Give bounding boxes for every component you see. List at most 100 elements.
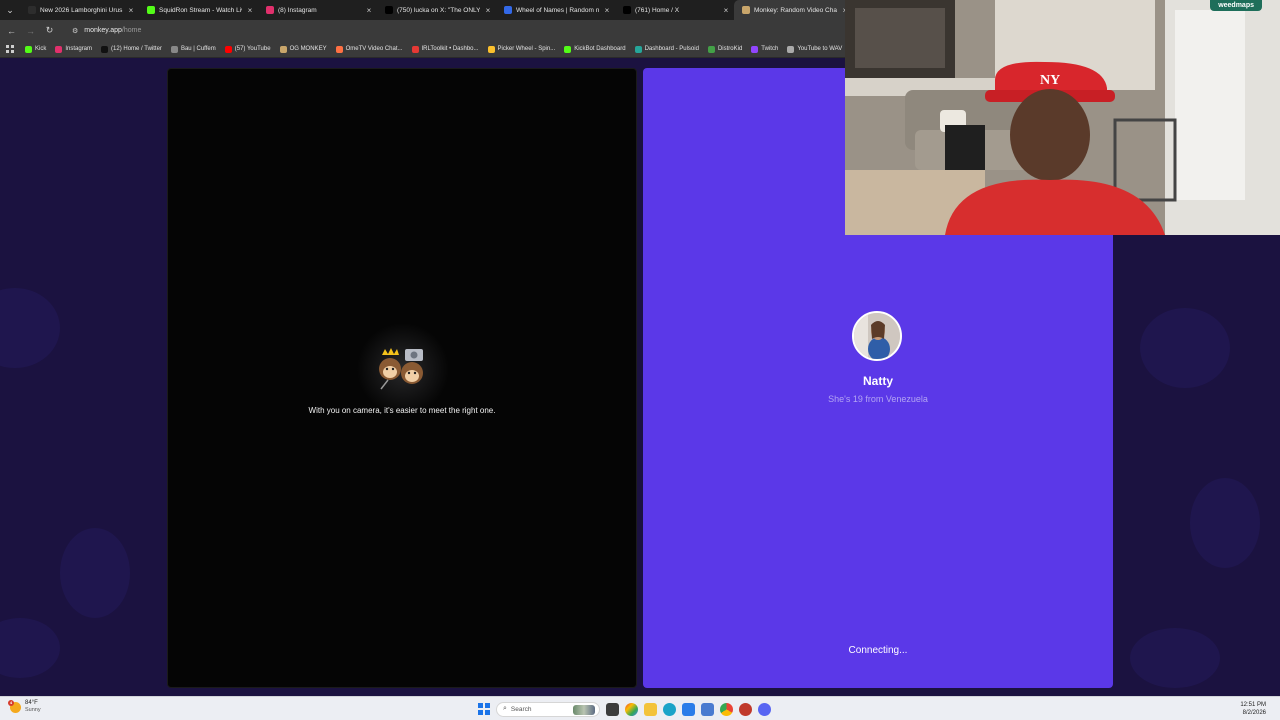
browser-tab[interactable]: SquidRon Stream - Watch Live × bbox=[139, 0, 258, 20]
edge-browser-icon[interactable] bbox=[663, 702, 676, 716]
tab-title: New 2026 Lamborghini Urus SE bbox=[40, 6, 123, 14]
address-bar[interactable]: ⚙ monkey.app/home bbox=[66, 23, 836, 38]
background-shape bbox=[0, 618, 60, 678]
browser-tab[interactable]: Monkey: Random Video Chat |× bbox=[734, 0, 853, 20]
bookmark-favicon-icon bbox=[101, 45, 109, 53]
bookmark-item[interactable]: Bau | Cuffem bbox=[170, 45, 216, 53]
mail-icon[interactable] bbox=[701, 702, 714, 716]
bookmark-label: DistroKid bbox=[717, 46, 743, 52]
system-clock[interactable]: 12:51 PM 8/2/2026 bbox=[1240, 701, 1266, 717]
weather-widget[interactable]: 4 84°F Sunny bbox=[8, 699, 41, 714]
tab-close-icon[interactable]: × bbox=[246, 6, 254, 15]
bookmark-item[interactable]: DistroKid bbox=[707, 45, 743, 53]
apps-grid-icon[interactable] bbox=[6, 45, 14, 53]
discord-icon[interactable] bbox=[758, 702, 771, 716]
address-host: monkey.app bbox=[84, 27, 122, 34]
bookmark-favicon-icon bbox=[55, 45, 63, 53]
match-details: She's 19 from Venezuela bbox=[828, 394, 928, 404]
bookmark-label: Bau | Cuffem bbox=[180, 46, 216, 52]
browser-tab[interactable]: (8) Instagram × bbox=[258, 0, 377, 20]
tab-title: (761) Home / X bbox=[635, 6, 680, 14]
tab-close-icon[interactable]: × bbox=[127, 6, 135, 15]
self-camera-panel: With you on camera, it's easier to meet … bbox=[167, 68, 637, 688]
bookmark-item[interactable]: (57) YouTube bbox=[224, 45, 271, 53]
bookmark-label: Dashboard - Pulsoid bbox=[644, 46, 699, 52]
bookmark-favicon-icon bbox=[634, 45, 642, 53]
match-avatar[interactable] bbox=[852, 311, 902, 361]
bookmark-list: Kick Instagram (12) Home / Twitter Bau | Cu… bbox=[25, 45, 843, 53]
bookmark-favicon-icon bbox=[411, 45, 419, 53]
bookmark-item[interactable]: YouTube to WAV bbox=[787, 45, 843, 53]
browser-tab[interactable]: (761) Home / X × bbox=[615, 0, 734, 20]
tab-title: (8) Instagram bbox=[278, 6, 317, 14]
bookmark-label: Kick bbox=[35, 46, 47, 52]
tab-favicon-icon bbox=[147, 6, 155, 14]
tab-title: SquidRon Stream - Watch Live bbox=[159, 6, 242, 14]
taskbar-apps: ⌕ Search bbox=[478, 700, 771, 718]
search-placeholder: Search bbox=[510, 705, 532, 713]
task-view-icon[interactable] bbox=[606, 702, 619, 716]
search-icon: ⌕ bbox=[503, 705, 507, 712]
obs-icon[interactable] bbox=[739, 702, 752, 716]
tab-close-icon[interactable]: × bbox=[484, 6, 492, 15]
reload-button[interactable]: ↻ bbox=[43, 24, 56, 37]
connection-status: Connecting... bbox=[848, 645, 908, 656]
sponsor-badge: weedmaps bbox=[1210, 0, 1262, 11]
bookmark-label: Instagram bbox=[65, 46, 93, 52]
forward-button[interactable]: → bbox=[24, 24, 37, 37]
bookmark-label: Picker Wheel - Spin... bbox=[497, 46, 556, 52]
tab-favicon-icon bbox=[28, 6, 36, 14]
copilot-icon[interactable] bbox=[625, 702, 638, 716]
site-info-icon[interactable]: ⚙ bbox=[72, 27, 78, 35]
bookmark-label: OmeTV Video Chat... bbox=[345, 46, 403, 52]
arrow-left-icon: ← bbox=[7, 25, 16, 36]
bookmark-label: YouTube to WAV bbox=[797, 46, 843, 52]
bookmark-item[interactable]: Twitch bbox=[751, 45, 778, 53]
file-explorer-icon[interactable] bbox=[644, 702, 657, 716]
bookmark-label: (57) YouTube bbox=[234, 46, 271, 52]
streamer-webcam-overlay: NY weedmaps bbox=[845, 0, 1280, 235]
tab-favicon-icon bbox=[623, 6, 631, 14]
bookmark-item[interactable]: Instagram bbox=[55, 45, 93, 53]
bookmark-favicon-icon bbox=[224, 45, 232, 53]
tab-close-icon[interactable]: × bbox=[365, 6, 373, 15]
background-shape bbox=[1140, 308, 1230, 388]
camera-caption: With you on camera, it's easier to meet … bbox=[308, 406, 496, 415]
arrow-right-icon: → bbox=[26, 25, 35, 36]
tab-title: (750) lucka on X: "The ONLY th bbox=[397, 6, 480, 14]
tab-close-icon[interactable]: × bbox=[722, 6, 730, 15]
tab-favicon-icon bbox=[742, 6, 750, 14]
bookmark-favicon-icon bbox=[335, 45, 343, 53]
browser-tab[interactable]: Wheel of Names | Random nam × bbox=[496, 0, 615, 20]
bookmark-item[interactable]: Picker Wheel - Spin... bbox=[487, 45, 556, 53]
tab-favicon-icon bbox=[266, 6, 274, 14]
bookmark-label: (12) Home / Twitter bbox=[111, 46, 162, 52]
bookmark-item[interactable]: OmeTV Video Chat... bbox=[335, 45, 403, 53]
bookmark-item[interactable]: OG MONKEY bbox=[279, 45, 327, 53]
chevron-down-icon: ⌄ bbox=[6, 4, 14, 15]
windows-start-icon[interactable] bbox=[478, 703, 490, 715]
browser-tab[interactable]: (750) lucka on X: "The ONLY th × bbox=[377, 0, 496, 20]
address-path: /home bbox=[121, 27, 142, 34]
monkey-mascot-icon bbox=[379, 348, 423, 390]
tab-search-button[interactable]: ⌄ bbox=[0, 0, 20, 20]
tab-title: Wheel of Names | Random nam bbox=[516, 6, 599, 14]
bookmark-favicon-icon bbox=[279, 45, 287, 53]
browser-tab[interactable]: New 2026 Lamborghini Urus SE × bbox=[20, 0, 139, 20]
back-button[interactable]: ← bbox=[5, 24, 18, 37]
store-icon[interactable] bbox=[682, 702, 695, 716]
bookmark-label: IRLToolkit • Dashbo... bbox=[421, 46, 479, 52]
bookmark-favicon-icon bbox=[787, 45, 795, 53]
taskbar-search[interactable]: ⌕ Search bbox=[496, 701, 600, 717]
tab-favicon-icon bbox=[385, 6, 393, 14]
tab-close-icon[interactable]: × bbox=[603, 6, 611, 15]
bookmark-item[interactable]: IRLToolkit • Dashbo... bbox=[411, 45, 479, 53]
svg-text:NY: NY bbox=[1040, 73, 1060, 88]
bookmark-favicon-icon bbox=[487, 45, 495, 53]
bookmark-item[interactable]: Kick bbox=[25, 45, 47, 53]
bookmark-item[interactable]: Dashboard - Pulsoid bbox=[634, 45, 699, 53]
bookmark-item[interactable]: (12) Home / Twitter bbox=[101, 45, 162, 53]
chrome-icon[interactable] bbox=[720, 702, 733, 716]
bookmark-item[interactable]: KickBot Dashboard bbox=[564, 45, 626, 53]
weather-notification-badge: 4 bbox=[8, 699, 14, 706]
